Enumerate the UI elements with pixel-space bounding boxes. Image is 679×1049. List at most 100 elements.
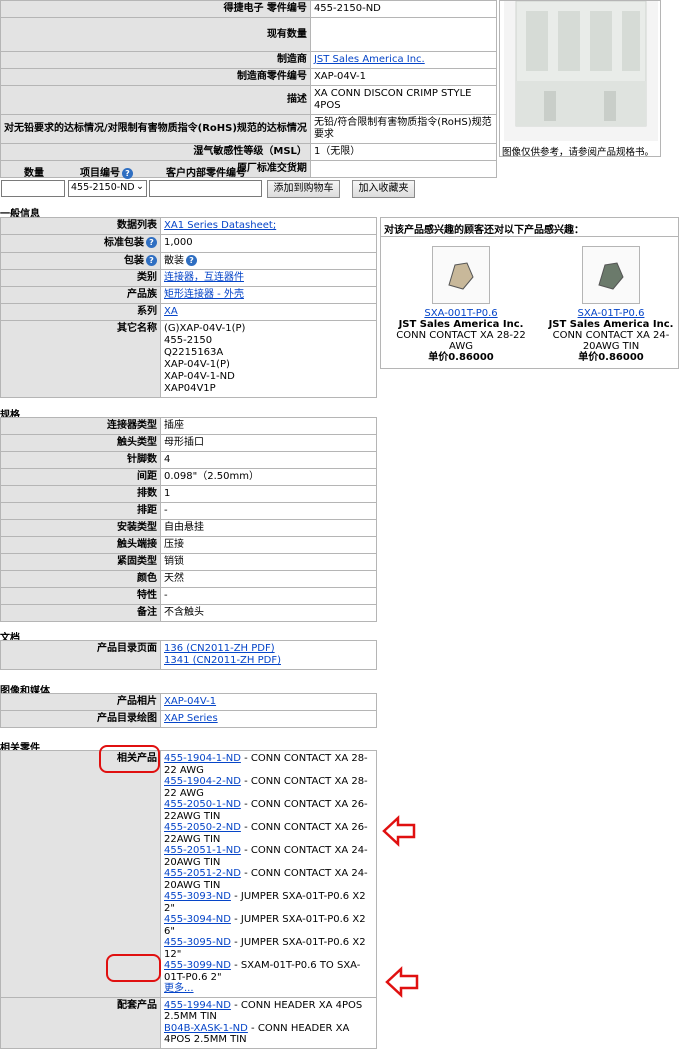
suggested-product: SXA-001T-P0.6 JST Sales America Inc. CONN … [386,246,536,363]
product-image-frame: 图像仅供参考，请参阅产品规格书。 [499,0,661,158]
spec-row: 颜色 天然 [0,570,377,588]
mating-product-link[interactable]: B04B-XASK-1-ND [164,1023,248,1034]
general-info-value-cell: 连接器，互连器件 [160,269,377,287]
qty-input[interactable] [1,180,65,197]
help-icon[interactable]: ? [122,167,133,179]
suggested-product-thumbnail[interactable] [432,246,490,304]
spec-label: 排数 [0,485,161,503]
spec-row: 特性 - [0,587,377,605]
attribute-value: XA CONN DISCON CRIMP STYLE 4POS [309,85,498,115]
product-image[interactable] [504,1,658,141]
attribute-label: 制造商零件编号 [0,68,311,86]
general-info-row: 产品族 矩形连接器 - 外壳 [0,286,377,304]
customer-part-input[interactable] [149,180,262,197]
related-product-item: 455-3094-ND - JUMPER SXA-01T-P0.6 X2 6" [164,914,366,937]
attribute-value: XAP-04V-1 [309,68,498,86]
spec-row: 安装类型 自由悬挂 [0,519,377,537]
general-info-value[interactable]: XA [164,306,178,317]
spec-label: 特性 [0,587,161,605]
attribute-row: 湿气敏感性等级（MSL） 1（无限） [0,143,498,161]
related-product-link[interactable]: 455-3094-ND [164,914,231,925]
spec-row: 间距 0.098"（2.50mm） [0,468,377,486]
general-info-value-cell: (G)XAP-04V-1(P) 455-2150 Q2215163A XAP-04V-… [160,320,377,398]
also-interested-panel: 对该产品感兴趣的顾客还对以下产品感兴趣： SXA-001T-P0.6 JST Sa… [380,217,679,369]
suggested-product-thumbnail[interactable] [582,246,640,304]
general-info-label: 其它名称 [0,320,161,398]
spec-value: 不含触头 [160,604,377,622]
annotation-arrow-related [382,815,416,847]
related-product-link[interactable]: 455-2050-2-ND [164,822,241,833]
attribute-row: 得捷电子 零件编号 455-2150-ND [0,0,498,18]
help-icon[interactable]: ? [146,254,157,266]
attribute-label: 得捷电子 零件编号 [0,0,311,18]
suggested-product-desc: CONN CONTACT XA 28-22 AWG [396,330,526,352]
suggested-product-link[interactable]: SXA-01T-P0.6 [536,308,678,319]
attribute-label: 湿气敏感性等级（MSL） [0,143,311,161]
spec-value: 自由悬挂 [160,519,377,537]
related-product-item: 455-1904-2-ND - CONN CONTACT XA 28-22 AW… [164,776,368,799]
attribute-row: 对无铅要求的达标情况/对限制有害物质指令(RoHS)规范的达标情况 无铅/符合限制… [0,114,498,144]
catalog-drawing-link[interactable]: XAP Series [164,713,218,724]
add-to-cart-button[interactable]: 添加到购物车 [267,180,340,198]
related-product-link[interactable]: 455-3095-ND [164,937,231,948]
general-info-label: 数据列表 [0,217,161,235]
related-product-link[interactable]: 455-2050-1-ND [164,799,241,810]
attribute-label: 对无铅要求的达标情况/对限制有害物质指令(RoHS)规范的达标情况 [0,114,311,144]
general-info-label: 系列 [0,303,161,321]
related-product-link[interactable]: 455-1904-1-ND [164,753,241,764]
spec-value: 插座 [160,417,377,435]
attribute-row: 制造商零件编号 XAP-04V-1 [0,68,498,86]
related-product-link[interactable]: 455-1904-2-ND [164,776,241,787]
general-info-value[interactable]: 连接器，互连器件 [164,272,244,283]
general-info-value[interactable]: 矩形连接器 - 外壳 [164,289,244,300]
annotation-circle-mating [106,954,161,982]
docs-table: 产品目录页面 136 (CN2011-ZH PDF) 1341 (CN2011-… [0,640,377,670]
related-product-link[interactable]: 455-3099-ND [164,960,231,971]
spec-value: 4 [160,451,377,469]
catalog-link-1[interactable]: 136 (CN2011-ZH PDF) [164,643,275,654]
product-photo-label: 产品相片 [0,693,161,711]
related-product-link[interactable]: 455-2051-2-ND [164,868,241,879]
add-to-favorites-button[interactable]: 加入收藏夹 [352,180,415,198]
mating-product-item: 455-1994-ND - CONN HEADER XA 4POS 2.5MM … [164,999,363,1023]
item-number-label: 项目编号? [80,164,133,179]
general-info-row: 标准包装? 1,000 [0,234,377,253]
general-info-value-cell: 1,000 [160,234,377,253]
general-info-value: XAP-04V-1(P) [164,359,230,370]
spec-row: 连接器类型 插座 [0,417,377,435]
related-product-link[interactable]: 455-2051-1-ND [164,845,241,856]
related-product-link[interactable]: 455-3093-ND [164,891,231,902]
attribute-value: 455-2150-ND [309,0,498,18]
general-info-label: 标准包装? [0,234,161,253]
general-info-table: 数据列表 XA1 Series Datasheet; 标准包装? 1,000 包装? 散装… [0,217,377,398]
mating-product-item: B04B-XASK-1-ND - CONN HEADER XA 4POS 2.5… [164,1022,350,1046]
related-product-item: 455-2051-2-ND - CONN CONTACT XA 24-20AWG… [164,868,368,891]
general-info-row: 类别 连接器，互连器件 [0,269,377,287]
general-info-row: 包装? 散装? [0,251,377,270]
product-photo-link[interactable]: XAP-04V-1 [164,696,216,707]
related-product-item: 455-3099-ND - SXAM-01T-P0.6 TO SXA-01T-P… [164,960,361,983]
general-info-value: XAP04V1P [164,383,216,394]
item-number-select[interactable]: 455-2150-ND ⌄ [68,180,147,197]
suggested-product-price: 单价0.86000 [578,352,644,363]
general-info-value-cell: 散装? [160,251,377,270]
attribute-label: 原厂标准交货期 [0,160,311,178]
related-parts-table: 相关产品 455-1904-1-ND - CONN CONTACT XA 28-… [0,750,377,1049]
general-info-value[interactable]: XA1 Series Datasheet; [164,220,276,231]
catalog-link-2[interactable]: 1341 (CN2011-ZH PDF) [164,655,281,666]
attribute-value[interactable]: JST Sales America Inc. [309,51,498,69]
spec-label: 触头类型 [0,434,161,452]
attribute-row: 原厂标准交货期 [0,160,498,178]
related-product-item: 455-2050-2-ND - CONN CONTACT XA 26-22AWG… [164,822,368,845]
suggested-product: SXA-01T-P0.6 JST Sales America Inc. CONN C… [536,246,678,363]
help-icon[interactable]: ? [186,254,197,266]
help-icon[interactable]: ? [146,237,157,248]
spec-label: 颜色 [0,570,161,588]
attribute-label: 现有数量 [0,17,311,52]
spec-row: 排数 1 [0,485,377,503]
spec-row: 触头类型 母形插口 [0,434,377,452]
qty-label: 数量 [24,168,44,179]
spec-row: 备注 不含触头 [0,604,377,622]
suggested-product-link[interactable]: SXA-001T-P0.6 [386,308,536,319]
more-link[interactable]: 更多... [164,983,373,995]
